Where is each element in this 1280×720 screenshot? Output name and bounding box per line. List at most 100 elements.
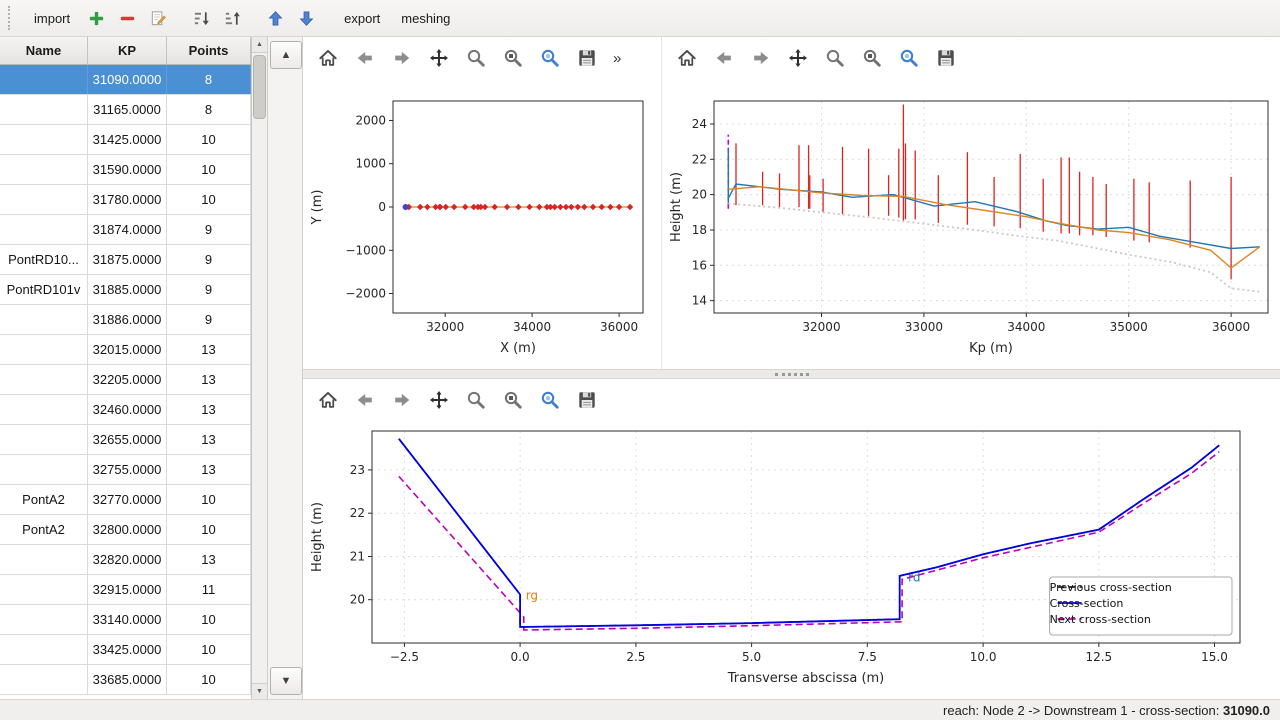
- cell-kp: 32205.0000: [88, 365, 167, 394]
- cell-kp: 31875.0000: [88, 245, 167, 274]
- sort-ascending-button[interactable]: [218, 4, 246, 32]
- table-row[interactable]: 33140.000010: [0, 605, 251, 635]
- horizontal-splitter[interactable]: [303, 369, 1280, 379]
- cell-points: 9: [167, 305, 251, 334]
- table-row[interactable]: 31780.000010: [0, 185, 251, 215]
- export-button[interactable]: export: [335, 6, 389, 31]
- cell-name: [0, 425, 88, 454]
- scrollbar-down-button[interactable]: ▼: [252, 683, 267, 699]
- column-header-points[interactable]: Points: [167, 37, 251, 64]
- forward-button[interactable]: [387, 43, 417, 73]
- svg-text:X (m): X (m): [500, 341, 536, 356]
- import-button[interactable]: import: [25, 6, 79, 31]
- save-button[interactable]: [931, 43, 961, 73]
- table-row[interactable]: 32915.000011: [0, 575, 251, 605]
- cell-points: 13: [167, 365, 251, 394]
- table-row[interactable]: 32655.000013: [0, 425, 251, 455]
- scrollbar-thumb[interactable]: [253, 55, 266, 119]
- cell-points: 9: [167, 275, 251, 304]
- zoom-button[interactable]: [461, 43, 491, 73]
- table-row[interactable]: PontA232770.000010: [0, 485, 251, 515]
- home-button[interactable]: [313, 43, 343, 73]
- scrollbar-track[interactable]: [252, 53, 267, 683]
- subplots-button[interactable]: [498, 385, 528, 415]
- subplots-button[interactable]: [498, 43, 528, 73]
- back-button[interactable]: [350, 43, 380, 73]
- column-header-kp[interactable]: KP: [88, 37, 167, 64]
- save-button[interactable]: [572, 43, 602, 73]
- up-arrow-icon: [266, 9, 285, 28]
- add-cross-section-button[interactable]: [82, 4, 110, 32]
- cell-points: 10: [167, 125, 251, 154]
- table-row[interactable]: 32205.000013: [0, 365, 251, 395]
- svg-text:24: 24: [692, 117, 707, 131]
- cell-points: 10: [167, 635, 251, 664]
- meshing-button[interactable]: meshing: [392, 6, 459, 31]
- edit-params-button[interactable]: [535, 43, 565, 73]
- move-down-button[interactable]: [292, 4, 320, 32]
- cell-name: [0, 635, 88, 664]
- sort-descending-button[interactable]: [187, 4, 215, 32]
- home-button[interactable]: [313, 385, 343, 415]
- forward-button[interactable]: [387, 385, 417, 415]
- save-button[interactable]: [572, 385, 602, 415]
- edit-params-button[interactable]: [894, 43, 924, 73]
- table-row[interactable]: 32460.000013: [0, 395, 251, 425]
- svg-text:20: 20: [350, 593, 365, 607]
- table-row[interactable]: 31165.00008: [0, 95, 251, 125]
- svg-text:2000: 2000: [355, 114, 386, 128]
- table-row[interactable]: PontRD101v31885.00009: [0, 275, 251, 305]
- cross-section-plot[interactable]: −2.50.02.55.07.510.012.515.020212223Tran…: [303, 421, 1280, 699]
- forward-button[interactable]: [746, 43, 776, 73]
- pan-icon: [428, 389, 450, 411]
- cell-name: [0, 605, 88, 634]
- cell-name: [0, 155, 88, 184]
- table-row[interactable]: 32755.000013: [0, 455, 251, 485]
- table-row[interactable]: 31590.000010: [0, 155, 251, 185]
- section-up-button[interactable]: ▲: [270, 41, 302, 69]
- column-header-name[interactable]: Name: [0, 37, 88, 64]
- subplots-button[interactable]: [857, 43, 887, 73]
- table-row[interactable]: 31874.00009: [0, 215, 251, 245]
- home-icon: [317, 389, 339, 411]
- home-button[interactable]: [672, 43, 702, 73]
- svg-text:12.5: 12.5: [1085, 650, 1112, 664]
- back-button[interactable]: [709, 43, 739, 73]
- table-scrollbar[interactable]: ▲ ▼: [252, 37, 268, 699]
- zoom-button[interactable]: [820, 43, 850, 73]
- top-plots-row: » 320003400036000−2000−1000010002000X (m…: [303, 37, 1280, 369]
- pan-button[interactable]: [424, 385, 454, 415]
- table-row[interactable]: 32015.000013: [0, 335, 251, 365]
- table-row[interactable]: 31090.00008: [0, 65, 251, 95]
- cell-kp: 32460.0000: [88, 395, 167, 424]
- toolbar-overflow-chevron[interactable]: »: [613, 50, 621, 67]
- scrollbar-up-button[interactable]: ▲: [252, 37, 267, 53]
- remove-cross-section-button[interactable]: [113, 4, 141, 32]
- splitter-handle-icon: [775, 373, 809, 376]
- pan-button[interactable]: [783, 43, 813, 73]
- table-row[interactable]: PontA232800.000010: [0, 515, 251, 545]
- edit-params-button[interactable]: [535, 385, 565, 415]
- pan-button[interactable]: [424, 43, 454, 73]
- section-down-button[interactable]: ▼: [270, 667, 302, 695]
- move-up-button[interactable]: [261, 4, 289, 32]
- zoom-button[interactable]: [461, 385, 491, 415]
- longitudinal-profile-plot[interactable]: 3200033000340003500036000141618202224Kp …: [662, 79, 1280, 369]
- table-row[interactable]: 33425.000010: [0, 635, 251, 665]
- toolbar-grip[interactable]: [8, 6, 16, 30]
- profile-pane: 3200033000340003500036000141618202224Kp …: [661, 37, 1280, 369]
- cell-name: [0, 575, 88, 604]
- table-row[interactable]: PontRD10...31875.00009: [0, 245, 251, 275]
- plan-view-plot[interactable]: 320003400036000−2000−1000010002000X (m)Y…: [303, 79, 661, 369]
- plus-icon: [87, 9, 106, 28]
- cell-kp: 31886.0000: [88, 305, 167, 334]
- table-row[interactable]: 33685.000010: [0, 665, 251, 695]
- table-row[interactable]: 31886.00009: [0, 305, 251, 335]
- cell-points: 10: [167, 515, 251, 544]
- table-row[interactable]: 32820.000013: [0, 545, 251, 575]
- svg-text:−2000: −2000: [345, 287, 386, 301]
- table-row[interactable]: 31425.000010: [0, 125, 251, 155]
- svg-text:7.5: 7.5: [858, 650, 877, 664]
- edit-cross-section-button[interactable]: [144, 4, 172, 32]
- back-button[interactable]: [350, 385, 380, 415]
